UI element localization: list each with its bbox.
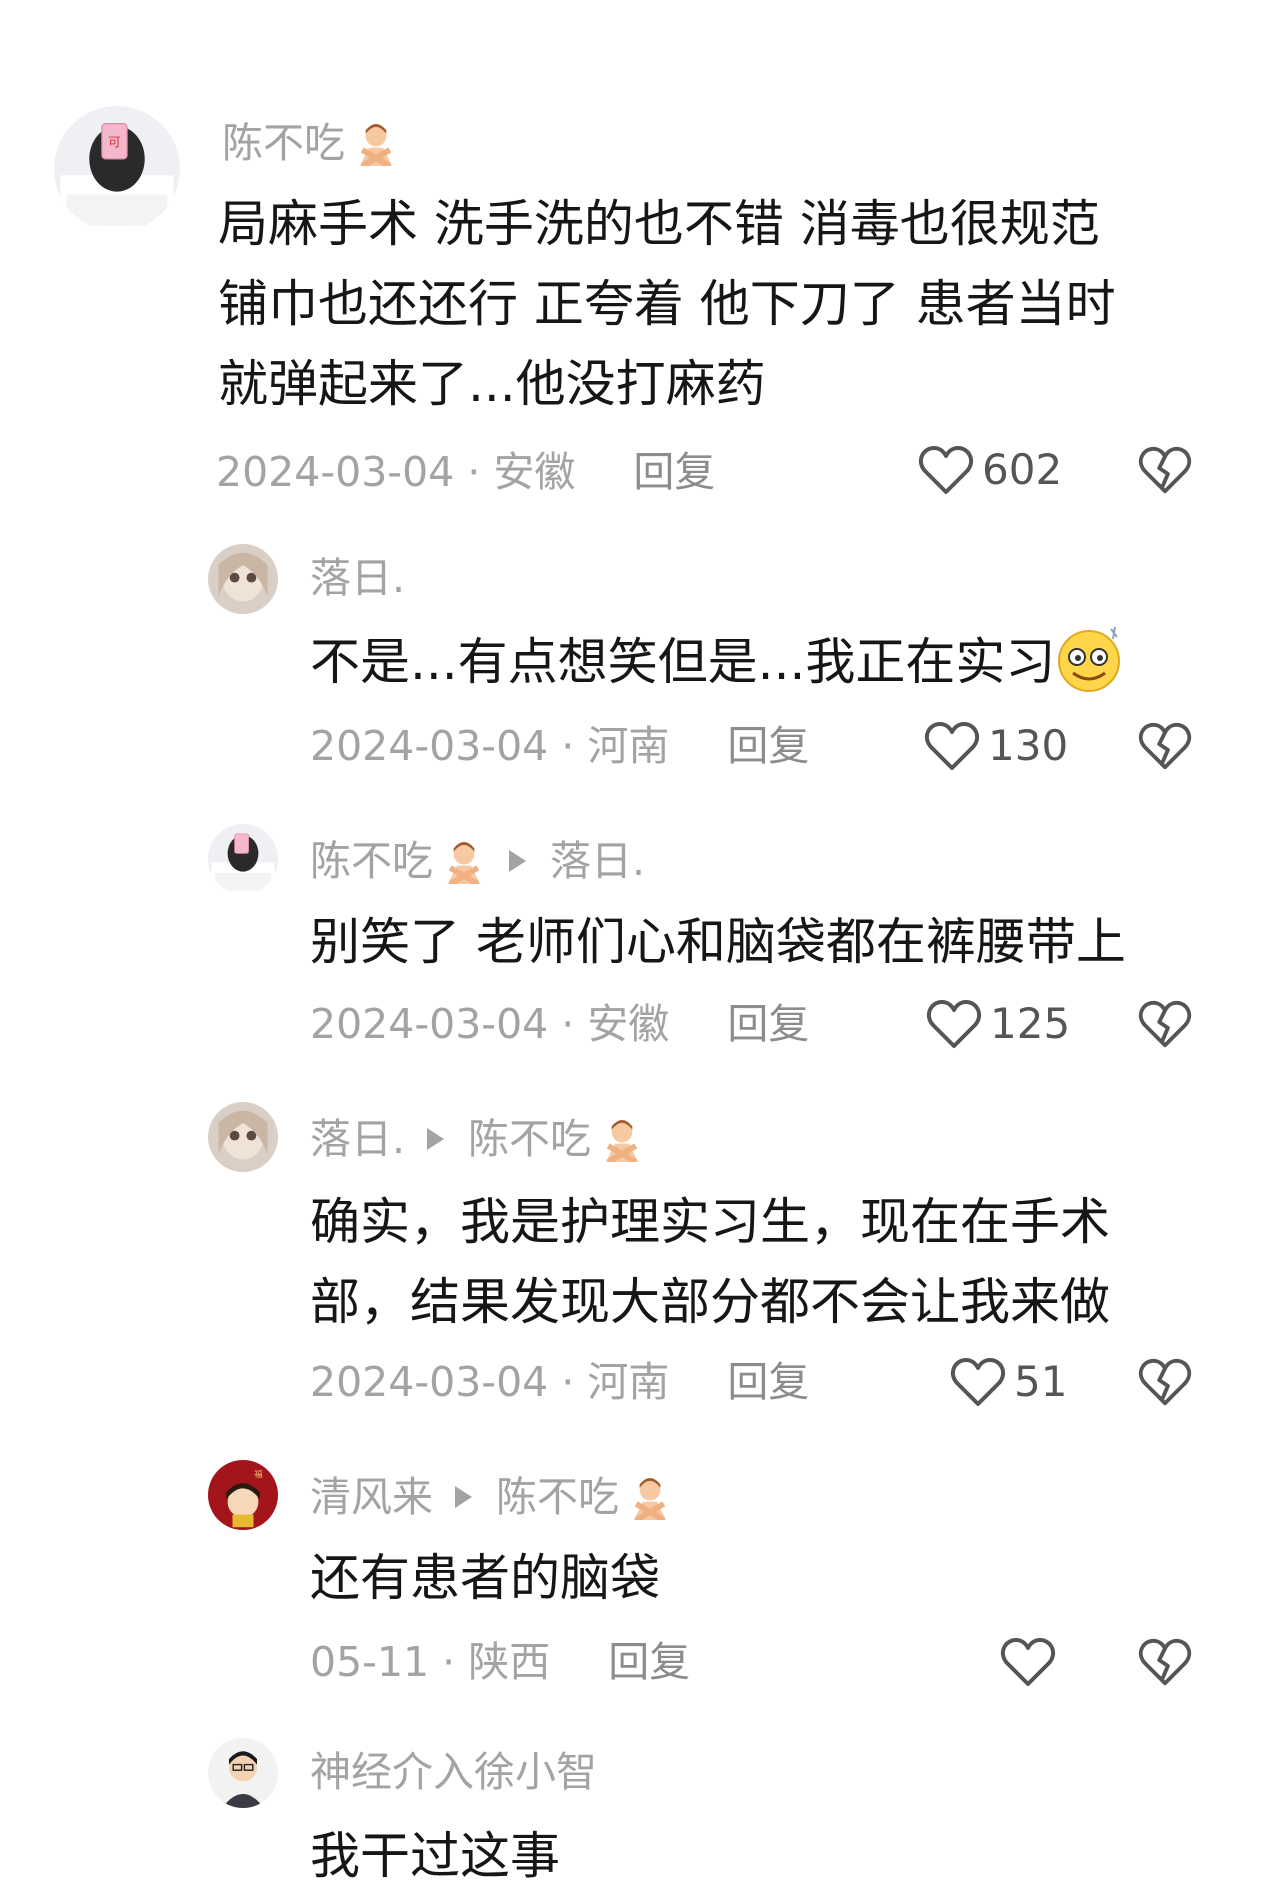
svg-text:可: 可: [108, 134, 121, 149]
comment-line: 局麻手术 洗手洗的也不错 消毒也很规范: [218, 195, 1100, 253]
like-button[interactable]: 602: [918, 444, 1062, 496]
like-count: 125: [990, 999, 1071, 1048]
username-text: 陈不吃: [222, 118, 345, 167]
comment-meta: 05-11 · 陕西 回复: [310, 1642, 690, 1683]
comment-text: 局麻手术 洗手洗的也不错 消毒也很规范 铺巾也还还行 正夸着 他下刀了 患者当时…: [218, 184, 1116, 424]
comment-text: 别笑了 老师们心和脑袋都在裤腰带上: [310, 902, 1126, 982]
reply-to-username[interactable]: 陈不吃: [496, 1476, 619, 1518]
reply-button[interactable]: 回复: [727, 1004, 809, 1045]
like-count: 51: [1014, 1357, 1068, 1406]
heart-outline-icon: [918, 446, 974, 494]
svg-text:福: 福: [254, 1469, 262, 1479]
reply-button[interactable]: 回复: [727, 726, 809, 767]
username[interactable]: 落日.: [310, 558, 405, 599]
like-button[interactable]: 125: [926, 998, 1070, 1050]
username[interactable]: 落日. 陈不吃: [310, 1114, 645, 1165]
avatar[interactable]: [208, 1738, 278, 1808]
like-count: 602: [982, 445, 1063, 494]
reply-button[interactable]: 回复: [727, 1362, 809, 1403]
username[interactable]: 陈不吃: [222, 118, 399, 169]
username-text: 陈不吃: [310, 836, 433, 885]
reply-to-username[interactable]: 落日.: [550, 840, 645, 882]
triangle-right-icon: [455, 1486, 472, 1508]
like-count: 130: [988, 721, 1069, 770]
reply-button[interactable]: 回复: [633, 452, 715, 493]
broken-heart-icon[interactable]: [1138, 1356, 1192, 1408]
reply-button[interactable]: 回复: [608, 1642, 690, 1683]
person-gesturing-no-emoji: [599, 1116, 645, 1165]
username[interactable]: 清风来 陈不吃: [310, 1472, 673, 1523]
date-location: 2024-03-04 · 安徽: [310, 1000, 670, 1048]
like-button[interactable]: [1000, 1636, 1064, 1688]
date-location: 2024-03-04 · 河南: [310, 1358, 670, 1406]
reply-to-username[interactable]: 陈不吃: [468, 1118, 591, 1160]
comment-text: 不是...有点想笑但是...我正在实习: [310, 622, 1125, 702]
date-location: 05-11 · 陕西: [310, 1638, 551, 1686]
like-button[interactable]: 130: [924, 720, 1068, 772]
heart-outline-icon: [950, 1358, 1006, 1406]
comment-line: 我干过这事: [310, 1827, 560, 1885]
comment-line: 不是...有点想笑但是...我正在实习: [310, 633, 1056, 691]
comment-meta: 2024-03-04 · 安徽 回复: [310, 1004, 809, 1045]
person-gesturing-no-emoji: [441, 838, 487, 887]
broken-heart-icon[interactable]: [1138, 998, 1192, 1050]
avatar[interactable]: 福: [208, 1460, 278, 1530]
avatar[interactable]: [208, 824, 278, 894]
avatar[interactable]: [208, 544, 278, 614]
username-text: 清风来: [310, 1472, 433, 1521]
comment-meta: 2024-03-04 · 河南 回复: [310, 726, 809, 767]
username-text: 落日.: [310, 1114, 406, 1163]
comment-line: 别笑了 老师们心和脑袋都在裤腰带上: [310, 913, 1126, 971]
avatar[interactable]: 可: [54, 106, 180, 232]
triangle-right-icon: [509, 850, 526, 872]
comment-text: 我干过这事: [310, 1816, 560, 1896]
person-gesturing-no-emoji: [353, 120, 399, 169]
heart-outline-icon: [1000, 1638, 1056, 1686]
like-button[interactable]: 51: [950, 1356, 1067, 1408]
comment-line: 就弹起来了...他没打麻药: [218, 355, 766, 413]
date-location: 2024-03-04 · 安徽: [216, 448, 576, 496]
heart-outline-icon: [926, 1000, 982, 1048]
person-gesturing-no-emoji: [627, 1474, 673, 1523]
avatar[interactable]: [208, 1102, 278, 1172]
smiling-dizzy-emoji: [1058, 626, 1121, 692]
date-location: 2024-03-04 · 河南: [310, 722, 670, 770]
broken-heart-icon[interactable]: [1138, 444, 1192, 496]
username[interactable]: 陈不吃 落日.: [310, 836, 645, 887]
username-text: 落日.: [310, 554, 406, 602]
comment-line: 确实，我是护理实习生，现在在手术: [310, 1193, 1110, 1251]
triangle-right-icon: [427, 1128, 445, 1150]
heart-outline-icon: [924, 722, 980, 770]
comment-text: 确实，我是护理实习生，现在在手术 部，结果发现大部分都不会让我来做: [310, 1182, 1110, 1342]
comment-text: 还有患者的脑袋: [310, 1538, 660, 1618]
comment-line: 部，结果发现大部分都不会让我来做: [310, 1273, 1110, 1331]
comment-line: 还有患者的脑袋: [310, 1549, 660, 1607]
username-text: 神经介入徐小智: [310, 1748, 597, 1796]
comment-meta: 2024-03-04 · 河南 回复: [310, 1362, 809, 1403]
comment-line: 铺巾也还还行 正夸着 他下刀了 患者当时: [218, 275, 1116, 333]
username[interactable]: 神经介入徐小智: [310, 1752, 597, 1793]
broken-heart-icon[interactable]: [1138, 720, 1192, 772]
comment-meta: 2024-03-04 · 安徽 回复: [216, 452, 715, 493]
broken-heart-icon[interactable]: [1138, 1636, 1192, 1688]
